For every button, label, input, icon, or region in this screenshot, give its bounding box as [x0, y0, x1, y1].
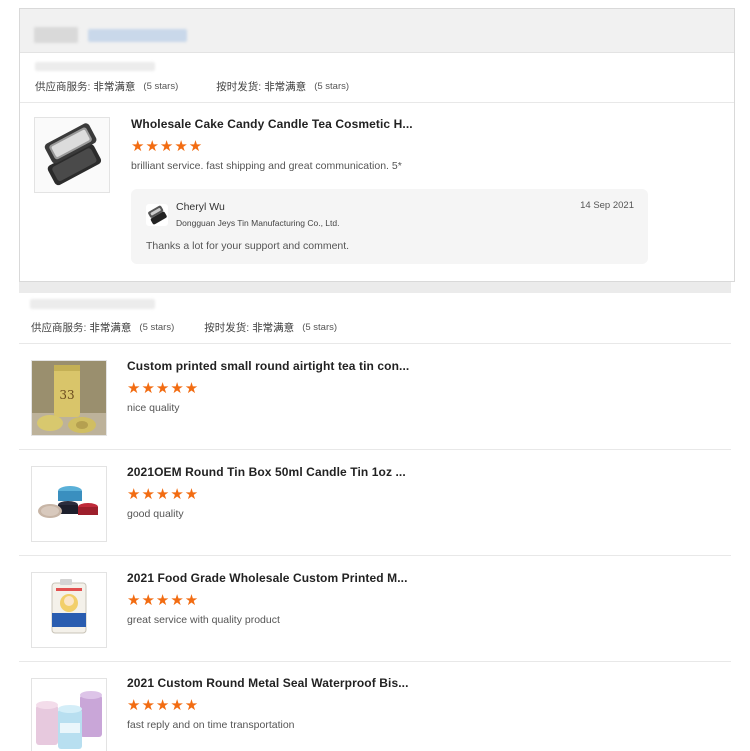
ratings-row: 供应商服务: 非常满意 (5 stars) 按时发货: 非常满意 (5 star…	[31, 320, 337, 335]
round-tea-tin-image: 33	[32, 361, 106, 435]
divider	[20, 102, 734, 103]
ontime-label: 按时发货:	[216, 81, 262, 93]
review-text: great service with quality product	[127, 614, 280, 626]
review-text: brilliant service. fast shipping and gre…	[131, 160, 402, 172]
blurred-date	[35, 62, 155, 71]
ontime-label: 按时发货:	[204, 322, 250, 334]
blurred-buyer-info	[30, 299, 155, 309]
supplier-service-stars: (5 stars)	[143, 81, 179, 92]
product-thumbnail[interactable]	[34, 117, 110, 193]
ontime-stars: (5 stars)	[314, 81, 350, 92]
divider	[19, 661, 731, 662]
blurred-buyer-info	[88, 29, 187, 42]
svg-text:33: 33	[59, 388, 74, 402]
printed-tin-image	[32, 573, 106, 647]
product-title-link[interactable]: Custom printed small round airtight tea …	[127, 359, 409, 373]
product-thumbnail[interactable]	[31, 466, 107, 542]
ontime-value: 非常满意	[264, 81, 307, 93]
supplier-service-label: 供应商服务:	[31, 322, 87, 334]
review-text: fast reply and on time transportation	[127, 719, 295, 731]
ontime-value: 非常满意	[252, 322, 295, 334]
reply-text: Thanks a lot for your support and commen…	[146, 240, 350, 252]
supplier-service-stars: (5 stars)	[139, 322, 175, 333]
review-stars: ★★★★★	[127, 592, 200, 609]
card-separator	[19, 282, 731, 293]
review-text: good quality	[127, 508, 184, 520]
review-card-header	[20, 9, 734, 53]
review-stars: ★★★★★	[131, 138, 204, 155]
tin-box-image	[35, 118, 109, 192]
divider	[19, 555, 731, 556]
product-title-link[interactable]: Wholesale Cake Candy Candle Tea Cosmetic…	[131, 117, 413, 131]
product-title-link[interactable]: 2021OEM Round Tin Box 50ml Candle Tin 1o…	[127, 465, 406, 479]
candle-tin-image	[32, 467, 106, 541]
product-title-link[interactable]: 2021 Custom Round Metal Seal Waterproof …	[127, 676, 409, 690]
supplier-service-value: 非常满意	[93, 81, 136, 93]
product-title-link[interactable]: 2021 Food Grade Wholesale Custom Printed…	[127, 571, 408, 585]
ratings-row: 供应商服务: 非常满意 (5 stars) 按时发货: 非常满意 (5 star…	[35, 79, 349, 94]
divider	[19, 449, 731, 450]
reply-company-name: Dongguan Jeys Tin Manufacturing Co., Ltd…	[176, 218, 340, 228]
divider	[19, 343, 731, 344]
reply-author-name: Cheryl Wu	[176, 201, 225, 213]
review-card-1: 供应商服务: 非常满意 (5 stars) 按时发货: 非常满意 (5 star…	[19, 8, 735, 282]
review-stars: ★★★★★	[127, 697, 200, 714]
ontime-stars: (5 stars)	[302, 322, 338, 333]
product-thumbnail[interactable]	[31, 678, 107, 751]
round-seal-tin-image	[32, 679, 106, 751]
product-thumbnail[interactable]	[31, 572, 107, 648]
supplier-service-label: 供应商服务:	[35, 81, 91, 93]
review-stars: ★★★★★	[127, 380, 200, 397]
supplier-reply: Cheryl Wu Dongguan Jeys Tin Manufacturin…	[131, 189, 648, 264]
review-text: nice quality	[127, 402, 180, 414]
blurred-buyer-name	[34, 27, 78, 43]
supplier-service-value: 非常满意	[89, 322, 132, 334]
review-stars: ★★★★★	[127, 486, 200, 503]
reply-date: 14 Sep 2021	[580, 200, 634, 211]
supplier-logo-icon	[146, 204, 168, 226]
product-thumbnail[interactable]: 33	[31, 360, 107, 436]
